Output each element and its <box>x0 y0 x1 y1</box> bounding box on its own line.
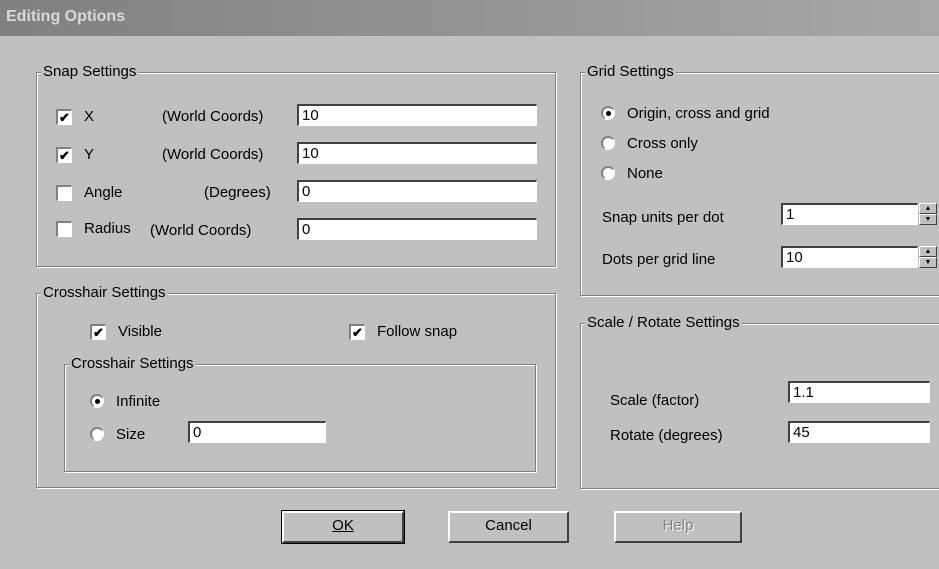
rotate-input[interactable] <box>788 421 930 443</box>
snap-radius-input[interactable] <box>297 218 537 240</box>
scale-label: Scale (factor) <box>610 392 700 409</box>
dots-per-grid-label: Dots per grid line <box>602 251 716 268</box>
grid-none-label: None <box>627 165 663 182</box>
crosshair-visible-label: Visible <box>118 323 162 340</box>
grid-cross-radio[interactable] <box>601 136 615 150</box>
cancel-button-label: Cancel <box>485 517 532 534</box>
snap-radius-label: Radius <box>84 220 131 237</box>
snap-units-input[interactable] <box>781 203 918 225</box>
snap-y-unit: (World Coords) <box>162 146 264 163</box>
size-input[interactable] <box>188 421 326 443</box>
snap-radius-unit: (World Coords) <box>150 222 252 239</box>
snap-angle-unit: (Degrees) <box>204 184 271 201</box>
crosshair-settings-legend: Crosshair Settings <box>41 284 168 302</box>
snap-angle-checkbox[interactable] <box>56 185 72 201</box>
crosshair-inner-legend: Crosshair Settings <box>69 355 196 373</box>
ok-button[interactable]: OK <box>281 510 405 544</box>
snap-x-input[interactable] <box>297 104 537 126</box>
dots-per-grid-input[interactable] <box>781 246 918 268</box>
snap-angle-label: Angle <box>84 184 123 201</box>
scale-rotate-legend: Scale / Rotate Settings <box>585 314 742 332</box>
snap-units-label: Snap units per dot <box>602 209 724 226</box>
snap-y-label: Y <box>84 146 95 163</box>
rotate-label: Rotate (degrees) <box>610 427 723 444</box>
follow-snap-checkbox[interactable]: ✔ <box>349 324 365 340</box>
dots-per-grid-spinner[interactable]: ▲ ▼ <box>919 246 937 268</box>
spin-down-icon[interactable]: ▼ <box>919 214 937 225</box>
size-radio[interactable] <box>90 427 104 441</box>
snap-radius-checkbox[interactable] <box>56 221 72 237</box>
grid-none-radio[interactable] <box>601 166 615 180</box>
grid-origin-radio[interactable] <box>601 106 615 120</box>
cancel-button[interactable]: Cancel <box>448 511 569 543</box>
snap-angle-input[interactable] <box>297 180 537 202</box>
scale-input[interactable] <box>788 381 930 403</box>
crosshair-inner-group: Crosshair Settings <box>64 355 536 472</box>
crosshair-visible-checkbox[interactable]: ✔ <box>90 324 106 340</box>
grid-origin-label: Origin, cross and grid <box>627 105 770 122</box>
spin-up-icon[interactable]: ▲ <box>919 203 937 214</box>
snap-y-checkbox[interactable]: ✔ <box>56 147 72 163</box>
help-button-label: Help <box>662 517 694 534</box>
title-bar[interactable]: Editing Options <box>0 0 939 36</box>
snap-x-checkbox[interactable]: ✔ <box>56 109 72 125</box>
infinite-radio[interactable] <box>90 394 104 408</box>
window-title: Editing Options <box>6 8 126 25</box>
grid-cross-label: Cross only <box>627 135 698 152</box>
editing-options-dialog: Editing Options Snap Settings ✔ X (World… <box>0 0 939 569</box>
snap-x-label: X <box>84 108 95 125</box>
snap-units-spinner[interactable]: ▲ ▼ <box>919 203 937 225</box>
snap-settings-legend: Snap Settings <box>41 63 139 81</box>
snap-y-input[interactable] <box>297 142 537 164</box>
size-label: Size <box>116 426 146 443</box>
grid-settings-legend: Grid Settings <box>585 63 676 81</box>
spin-down-icon[interactable]: ▼ <box>919 257 937 268</box>
infinite-label: Infinite <box>116 393 161 410</box>
ok-button-label: OK <box>332 517 354 534</box>
follow-snap-label: Follow snap <box>377 323 458 340</box>
spin-up-icon[interactable]: ▲ <box>919 246 937 257</box>
help-button: Help <box>614 511 742 543</box>
snap-x-unit: (World Coords) <box>162 108 264 125</box>
